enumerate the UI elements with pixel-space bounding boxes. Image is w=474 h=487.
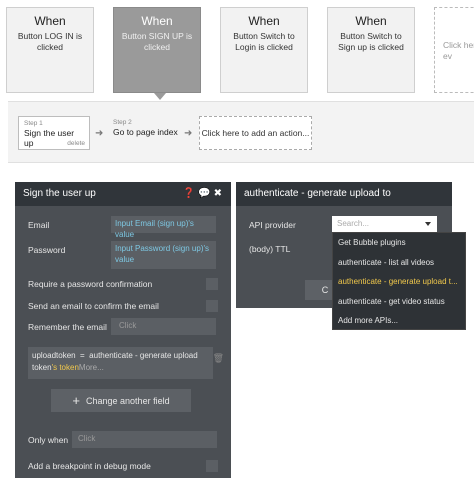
workflow-steps-bar: Step 1 Sign the user up delete ➜ Step 2 … <box>8 101 474 163</box>
event-desc: Button SIGN UP is clicked <box>121 31 193 52</box>
ttl-label: (body) TTL <box>249 244 291 254</box>
plus-icon: + <box>72 393 81 408</box>
trash-icon[interactable]: 🗑 <box>213 353 224 364</box>
password-label: Password <box>28 245 66 255</box>
help-icon[interactable]: ❓ <box>183 188 198 199</box>
api-provider-dropdown: Get Bubble plugins authenticate - list a… <box>332 232 466 330</box>
breakpoint-label: Add a breakpoint in debug mode <box>28 461 151 471</box>
change-field-label: Change another field <box>86 396 170 406</box>
event-desc: Button Switch to Sign up is clicked <box>338 31 404 52</box>
panel-header: authenticate - generate upload to <box>236 182 452 206</box>
change-another-field-button[interactable]: + Change another field <box>51 389 191 412</box>
field-value: authenticate - generate upload <box>89 351 198 360</box>
field-value-highlight: 's token <box>51 363 79 372</box>
api-provider-label: API provider <box>249 220 296 230</box>
step-delete-link[interactable]: delete <box>67 140 85 147</box>
more-link[interactable]: More... <box>79 363 104 372</box>
add-action-button[interactable]: Click here to add an action... <box>199 116 312 150</box>
field-equals: = <box>80 351 85 360</box>
event-when: When <box>355 14 387 28</box>
select-placeholder: Search... <box>337 219 370 228</box>
step-2-card[interactable]: Step 2 Go to page index <box>108 116 188 150</box>
arrow-right-icon: ➜ <box>95 128 104 139</box>
event-card-switch-signup[interactable]: When Button Switch to Sign up is clicked <box>327 7 415 93</box>
event-desc: Button Switch to Login is clicked <box>233 31 295 52</box>
email-label: Email <box>28 220 50 230</box>
remember-email-input[interactable]: Click <box>111 318 216 335</box>
dropdown-item-list-videos[interactable]: authenticate - list all videos <box>333 253 465 273</box>
only-when-input[interactable]: Click <box>72 431 217 448</box>
breakpoint-checkbox[interactable] <box>206 460 218 472</box>
panel-title: authenticate - generate upload to <box>244 188 391 199</box>
event-when: When <box>248 14 280 28</box>
remember-email-label: Remember the email <box>28 322 107 332</box>
arrow-right-icon: ➜ <box>184 128 193 139</box>
selected-event-pointer <box>154 93 166 100</box>
send-email-checkbox[interactable] <box>206 300 218 312</box>
event-card-signup[interactable]: When Button SIGN UP is clicked <box>113 7 201 93</box>
close-icon[interactable]: ✖ <box>214 188 225 199</box>
comment-icon[interactable]: 💬 <box>198 188 213 199</box>
step-number: Step 2 <box>113 119 132 126</box>
field-name: uploadtoken <box>32 351 76 360</box>
panel-title: Sign the user up <box>23 188 96 199</box>
dropdown-item-add-more[interactable]: Add more APIs... <box>333 311 465 331</box>
sign-up-action-panel: Sign the user up ❓💬✖ Email Input Email (… <box>15 182 231 478</box>
field-value-cont: token <box>32 363 52 372</box>
send-email-label: Send an email to confirm the email <box>28 301 159 311</box>
api-provider-select[interactable]: Search... <box>332 216 437 232</box>
step-title: Go to page index <box>113 127 178 137</box>
events-row: When Button LOG IN is clicked When Butto… <box>0 0 474 100</box>
panel-header: Sign the user up ❓💬✖ <box>15 182 231 206</box>
require-confirm-label: Require a password confirmation <box>28 279 153 289</box>
field-assignment[interactable]: uploadtoken = authenticate - generate up… <box>28 347 213 379</box>
step-number: Step 1 <box>24 120 43 127</box>
require-confirm-checkbox[interactable] <box>206 278 218 290</box>
event-card-login[interactable]: When Button LOG IN is clicked <box>6 7 94 93</box>
add-event-card[interactable]: Click her ev <box>434 7 474 93</box>
dropdown-item-video-status[interactable]: authenticate - get video status <box>333 292 465 312</box>
add-event-text: Click her ev <box>443 40 474 61</box>
only-when-label: Only when <box>28 435 69 445</box>
dropdown-item-generate-upload[interactable]: authenticate - generate upload t... <box>333 272 465 292</box>
event-card-switch-login[interactable]: When Button Switch to Login is clicked <box>220 7 308 93</box>
dropdown-item-get-plugins[interactable]: Get Bubble plugins <box>333 233 465 253</box>
chevron-down-icon <box>425 222 431 226</box>
event-when: When <box>34 14 66 28</box>
event-when: When <box>141 14 173 28</box>
email-field[interactable]: Input Email (sign up)'s value <box>111 216 216 239</box>
step-1-card[interactable]: Step 1 Sign the user up delete <box>18 116 90 150</box>
password-field[interactable]: Input Password (sign up)'s value <box>111 241 216 269</box>
event-desc: Button LOG IN is clicked <box>17 31 83 52</box>
